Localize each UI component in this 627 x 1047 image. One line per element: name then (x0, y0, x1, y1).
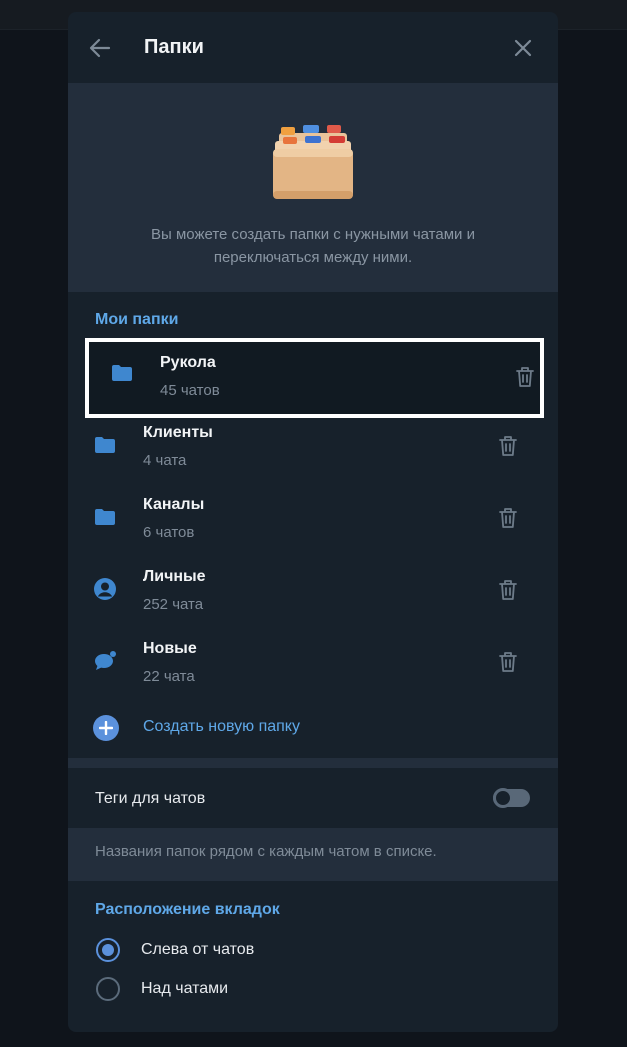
folder-chat-count: 22 чата (143, 668, 195, 685)
folder-chat-count: 4 чата (143, 452, 187, 469)
folders-dialog: Папки Вы можете создать папки с нужными … (68, 12, 558, 1032)
delete-folder-button[interactable] (495, 577, 521, 603)
folder-item-novye[interactable]: Новые 22 чата (68, 626, 558, 698)
chat-tags-label: Теги для чатов (95, 790, 206, 807)
dialog-header: Папки (68, 12, 558, 83)
page-title: Папки (144, 36, 204, 58)
chat-tags-toggle[interactable] (493, 788, 530, 808)
toggle-knob (493, 788, 513, 808)
close-button[interactable] (509, 34, 537, 62)
trash-icon (499, 580, 517, 600)
close-icon (514, 39, 532, 57)
user-circle-icon (92, 576, 118, 602)
arrow-left-icon (89, 38, 111, 58)
folder-name: Каналы (143, 496, 205, 513)
folder-item-klienty[interactable]: Клиенты 4 чата (68, 410, 558, 482)
radio-unchecked[interactable] (96, 977, 120, 1001)
chat-tags-hint: Названия папок рядом с каждым чатом в сп… (95, 843, 437, 860)
delete-folder-button[interactable] (495, 649, 521, 675)
radio-checked[interactable] (96, 938, 120, 962)
delete-folder-button[interactable] (495, 433, 521, 459)
chat-tags-setting[interactable]: Теги для чатов (68, 768, 558, 828)
radio-option-top[interactable]: Над чатами (68, 970, 558, 1008)
radio-label: Слева от чатов (141, 941, 255, 958)
folder-icon (92, 504, 118, 530)
chat-tags-hint-band: Названия папок рядом с каждым чатом в сп… (68, 828, 558, 881)
trash-icon (516, 367, 534, 387)
radio-option-left[interactable]: Слева от чатов (68, 931, 558, 969)
folder-name: Новые (143, 640, 197, 657)
folder-item-kanaly[interactable]: Каналы 6 чатов (68, 482, 558, 554)
folder-chat-count: 6 чатов (143, 524, 195, 541)
file-cabinet-icon (273, 125, 353, 199)
create-folder-label: Создать новую папку (143, 718, 300, 735)
intro-banner: Вы можете создать папки с нужными чатами… (68, 83, 558, 292)
back-button[interactable] (86, 34, 114, 62)
radio-label: Над чатами (141, 980, 229, 997)
trash-icon (499, 508, 517, 528)
delete-folder-button[interactable] (512, 364, 538, 390)
tabs-position-title: Расположение вкладок (95, 901, 280, 918)
create-folder-button[interactable]: Создать новую папку (68, 706, 558, 750)
folder-chat-count: 45 чатов (160, 382, 220, 399)
folder-item-rukola[interactable]: Рукола 45 чатов (85, 338, 544, 418)
section-divider (68, 758, 558, 768)
folder-icon (92, 432, 118, 458)
folder-name: Клиенты (143, 424, 213, 441)
folder-icon (109, 360, 135, 386)
plus-circle-icon (93, 715, 119, 741)
trash-icon (499, 436, 517, 456)
chat-bubble-icon (92, 648, 118, 674)
folder-chat-count: 252 чата (143, 596, 204, 613)
folder-item-lichnye[interactable]: Личные 252 чата (68, 554, 558, 626)
folder-name: Рукола (160, 354, 216, 371)
folder-name: Личные (143, 568, 206, 585)
my-folders-title: Мои папки (95, 311, 179, 328)
intro-text: Вы можете создать папки с нужными чатами… (151, 226, 475, 266)
trash-icon (499, 652, 517, 672)
delete-folder-button[interactable] (495, 505, 521, 531)
